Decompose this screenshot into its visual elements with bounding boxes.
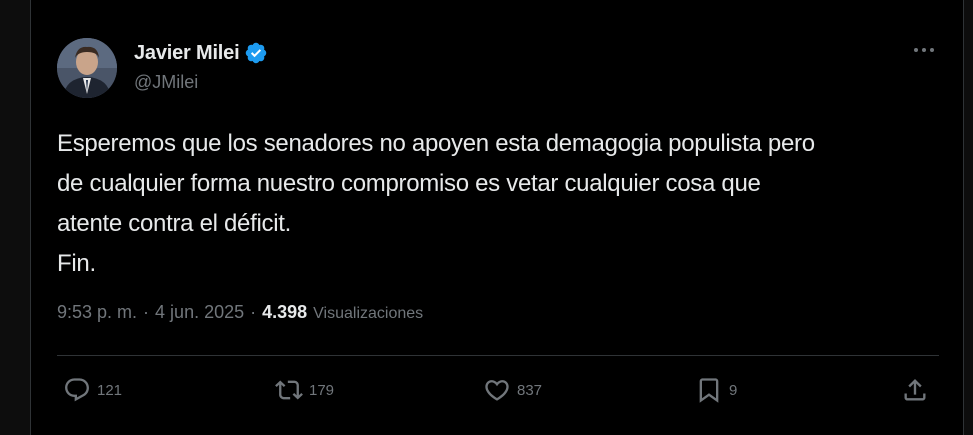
tweet-date[interactable]: 4 jun. 2025 (155, 302, 244, 323)
bookmark-button[interactable]: 9 (695, 376, 737, 404)
tweet-text-line: de cualquier forma nuestro compromiso es… (57, 170, 761, 197)
bookmark-icon (699, 378, 719, 403)
like-button[interactable]: 837 (483, 376, 542, 404)
heart-icon (485, 380, 509, 401)
author-handle[interactable]: @JMilei (134, 72, 198, 93)
action-bar: 121 179 837 9 (31, 376, 963, 416)
views-count: 4.398 (262, 302, 308, 322)
tweet-card: Javier Milei @JMilei Esperemos que los s… (30, 0, 964, 435)
meta-separator: · (250, 302, 257, 322)
share-button[interactable] (901, 376, 929, 404)
bookmark-count: 9 (729, 381, 738, 399)
reply-icon (65, 378, 89, 402)
tweet-text-line: Esperemos que los senadores no apoyen es… (57, 130, 815, 157)
author-name-row: Javier Milei (134, 40, 268, 66)
like-count: 837 (517, 381, 543, 399)
retweet-count: 179 (309, 381, 335, 399)
author-display-name[interactable]: Javier Milei (134, 42, 240, 65)
more-options-icon[interactable] (909, 38, 939, 62)
tweet-meta: 9:53 p. m. · 4 jun. 2025 · 4.398 Visuali… (57, 302, 423, 323)
avatar-image (57, 38, 117, 98)
reply-count: 121 (97, 381, 123, 399)
tweet-text-line: atente contra el déficit. (57, 210, 291, 237)
retweet-icon (275, 380, 303, 400)
tweet-time[interactable]: 9:53 p. m. (57, 302, 137, 323)
divider (57, 355, 939, 356)
tweet-text: Esperemos que los senadores no apoyen es… (57, 124, 947, 284)
share-icon (904, 379, 926, 401)
reply-button[interactable]: 121 (63, 376, 122, 404)
avatar[interactable] (57, 38, 117, 98)
verified-badge-icon (244, 41, 268, 65)
views-label: Visualizaciones (313, 305, 424, 322)
retweet-button[interactable]: 179 (275, 376, 334, 404)
tweet-text-line: Fin. (57, 250, 96, 277)
meta-separator: · (143, 302, 150, 322)
